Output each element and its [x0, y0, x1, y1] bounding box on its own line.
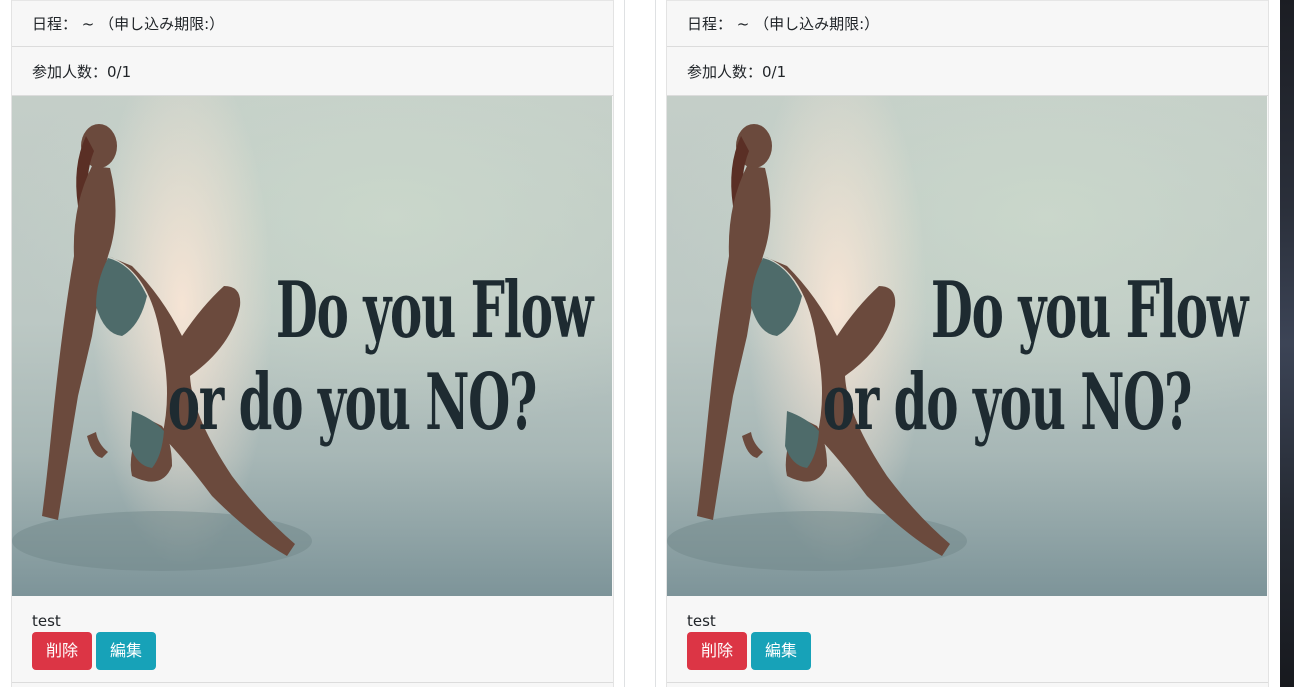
event-image: Do you Flow or do you NO? [12, 96, 612, 596]
ad-caption-line1: Do you Flow [930, 265, 1249, 356]
ad-caption-line2: or do you NO? [822, 357, 1193, 448]
column-divider [655, 0, 656, 687]
card-footer: test 削除 編集 [12, 596, 613, 683]
event-date: 日程： ~ （申し込み期限:） [667, 0, 1268, 47]
delete-button[interactable]: 削除 [687, 632, 748, 670]
column-divider [624, 0, 625, 687]
edit-button[interactable]: 編集 [96, 632, 157, 670]
event-date: 日程： ~ （申し込み期限:） [12, 0, 613, 47]
participant-count: 参加人数：0/1 [12, 47, 613, 96]
event-name: test [32, 612, 61, 630]
participant-count: 参加人数：0/1 [667, 47, 1268, 96]
action-buttons: 削除 編集 [32, 632, 593, 670]
card-footer: test 削除 編集 [667, 596, 1268, 683]
event-card: 日程： ~ （申し込み期限:） 参加人数：0/1 Do you Flow or … [666, 0, 1269, 687]
event-image: Do you Flow or do you NO? [667, 96, 1267, 596]
action-buttons: 削除 編集 [687, 632, 1248, 670]
edit-button[interactable]: 編集 [751, 632, 812, 670]
ad-caption-line1: Do you Flow [275, 265, 594, 356]
desktop-edge [1280, 0, 1294, 687]
delete-button[interactable]: 削除 [32, 632, 93, 670]
event-card: 日程： ~ （申し込み期限:） 参加人数：0/1 Do you Flow or … [11, 0, 614, 687]
event-name: test [687, 612, 716, 630]
ad-caption-line2: or do you NO? [167, 357, 538, 448]
